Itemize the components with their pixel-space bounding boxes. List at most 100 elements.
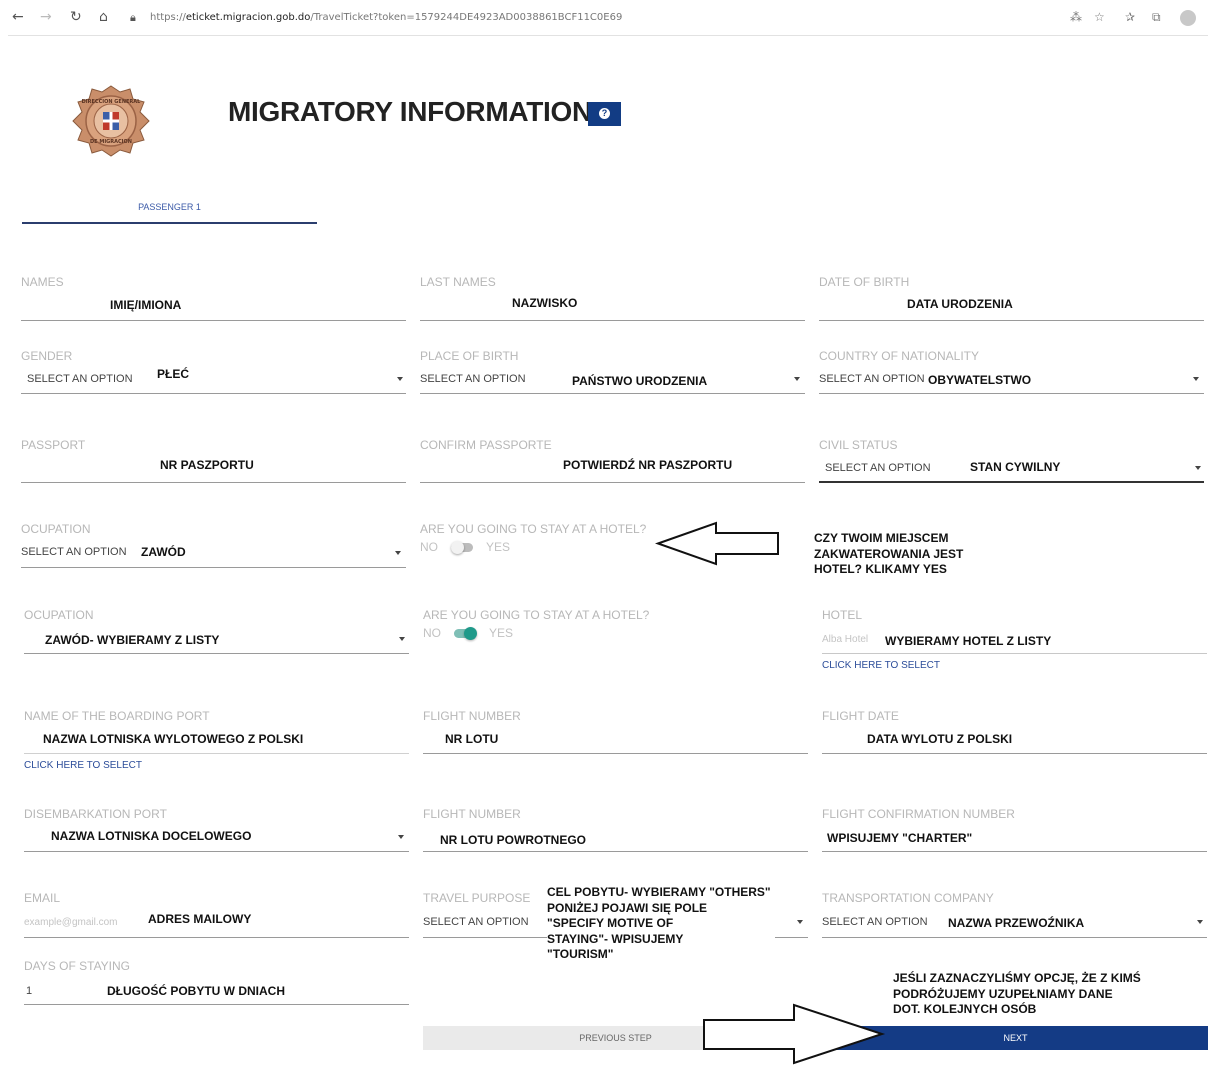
dob-label: DATE OF BIRTH (819, 275, 910, 289)
last-names-annotation: NAZWISKO (512, 296, 578, 310)
home-icon[interactable]: ⌂ (99, 9, 108, 25)
help-button[interactable]: ? (588, 102, 621, 126)
passport-input[interactable] (21, 482, 406, 483)
passport-annotation: NR PASZPORTU (160, 458, 254, 472)
transport-company-select[interactable] (822, 937, 1207, 938)
disembarkation-port-chevron-down-icon[interactable] (398, 835, 404, 839)
travel-purpose-label: TRAVEL PURPOSE (423, 891, 531, 905)
address-bar[interactable]: https://eticket.migracion.gob.do/TravelT… (150, 12, 622, 23)
back-icon[interactable]: ← (12, 9, 24, 25)
email-input[interactable] (24, 937, 409, 938)
disembarkation-port-select[interactable] (24, 851, 409, 852)
occupation-placeholder: SELECT AN OPTION (21, 546, 127, 558)
nationality-label: COUNTRY OF NATIONALITY (819, 349, 980, 363)
flight-date-input[interactable] (822, 753, 1207, 754)
nationality-select[interactable] (819, 393, 1204, 394)
civil-status-placeholder: SELECT AN OPTION (825, 462, 931, 474)
companions-note: JEŚLI ZAZNACZYLIŚMY OPCJĘ, ŻE Z KIMŚ POD… (893, 971, 1141, 1016)
confirm-passport-annotation: POTWIERDŹ NR PASZPORTU (563, 458, 733, 472)
travel-purpose-chevron-down-icon[interactable] (797, 920, 803, 924)
favorites-list-icon[interactable]: ✰ (1125, 10, 1135, 24)
last-names-label: LAST NAMES (420, 275, 496, 289)
place-of-birth-placeholder: SELECT AN OPTION (420, 373, 526, 385)
help-icon: ? (599, 108, 610, 119)
transport-company-chevron-down-icon[interactable] (1197, 920, 1203, 924)
last-names-input[interactable] (420, 320, 805, 321)
hotel-instruction-note: CZY TWOIM MIEJSCEM ZAKWATEROWANIA JEST H… (814, 531, 964, 576)
hotel-toggle-on[interactable] (454, 627, 477, 640)
email-placeholder: example@gmail.com (24, 917, 118, 928)
flight-number-annotation: NR LOTU (445, 732, 499, 746)
email-annotation: ADRES MAILOWY (148, 912, 252, 926)
gender-select[interactable] (21, 393, 406, 394)
nationality-chevron-down-icon[interactable] (1193, 377, 1199, 381)
hotel-toggle-off[interactable] (451, 541, 473, 554)
flight-confirmation-input[interactable] (822, 851, 1207, 852)
boarding-port-annotation: NAZWA LOTNISKA WYLOTOWEGO Z POLSKI (43, 732, 304, 746)
seal-text-bottom: DE MIGRACION (90, 139, 132, 145)
occupation-2-label: OCUPATION (24, 608, 94, 622)
transport-company-placeholder: SELECT AN OPTION (822, 916, 928, 928)
civil-status-chevron-down-icon[interactable] (1195, 466, 1201, 470)
place-of-birth-chevron-down-icon[interactable] (794, 377, 800, 381)
gender-label: GENDER (21, 349, 73, 363)
occupation-chevron-down-icon[interactable] (395, 551, 401, 555)
hotel-toggle-2-no-label: NO (423, 626, 441, 640)
flight-confirmation-annotation: WPISUJEMY "CHARTER" (827, 831, 973, 845)
flight-number-input[interactable] (423, 753, 808, 754)
flight-number-label: FLIGHT NUMBER (423, 709, 521, 723)
days-of-staying-value: 1 (26, 985, 33, 997)
browser-toolbar: ← → ↻ ⌂ 🔒︎ https://eticket.migracion.gob… (0, 0, 1213, 36)
days-of-staying-annotation: DŁUGOŚĆ POBYTU W DNIACH (107, 984, 285, 998)
confirm-passport-input[interactable] (420, 482, 805, 483)
email-label: EMAIL (24, 891, 61, 905)
translate-icon[interactable]: ⁂ (1070, 10, 1082, 24)
dob-annotation: DATA URODZENIA (907, 297, 1013, 311)
place-of-birth-select[interactable] (420, 393, 805, 394)
flight-number-2-annotation: NR LOTU POWROTNEGO (440, 833, 586, 847)
boarding-port-select-link[interactable]: CLICK HERE TO SELECT (24, 760, 142, 771)
travel-purpose-placeholder: SELECT AN OPTION (423, 916, 529, 928)
occupation-2-select[interactable] (24, 653, 409, 654)
disembarkation-port-annotation: NAZWA LOTNISKA DOCELOWEGO (51, 829, 252, 843)
travel-purpose-note: CEL POBYTU- WYBIERAMY "OTHERS" PONIŻEJ P… (547, 885, 775, 963)
favorite-star-icon[interactable]: ☆ (1094, 10, 1105, 24)
disembarkation-port-label: DISEMBARKATION PORT (24, 807, 167, 821)
hotel-toggle-2-yes-label: YES (489, 626, 514, 640)
boarding-port-input[interactable] (24, 753, 409, 754)
hotel-toggle-no-label: NO (420, 540, 438, 554)
boarding-port-label: NAME OF THE BOARDING PORT (24, 709, 210, 723)
civil-status-annotation: STAN CYWILNY (970, 460, 1061, 474)
nationality-annotation: OBYWATELSTWO (928, 373, 1032, 387)
names-label: NAMES (21, 275, 64, 289)
flight-date-label: FLIGHT DATE (822, 709, 899, 723)
hotel-select-link[interactable]: CLICK HERE TO SELECT (822, 660, 940, 671)
occupation-2-chevron-down-icon[interactable] (399, 637, 405, 641)
flight-number-2-input[interactable] (423, 851, 808, 852)
hotel-question-label: ARE YOU GOING TO STAY AT A HOTEL? (420, 522, 647, 536)
transport-company-annotation: NAZWA PRZEWOŹNIKA (948, 916, 1085, 930)
hotel-annotation: WYBIERAMY HOTEL Z LISTY (885, 634, 1052, 648)
gender-chevron-down-icon[interactable] (397, 377, 403, 381)
names-input[interactable] (21, 320, 406, 321)
hotel-question-2-label: ARE YOU GOING TO STAY AT A HOTEL? (423, 608, 650, 622)
profile-avatar[interactable] (1180, 10, 1196, 26)
occupation-2-annotation: ZAWÓD- WYBIERAMY Z LISTY (45, 633, 220, 647)
collections-icon[interactable]: ⧉ (1152, 10, 1161, 25)
nationality-placeholder: SELECT AN OPTION (819, 373, 925, 385)
forward-icon[interactable]: → (40, 9, 52, 25)
hotel-input[interactable] (822, 653, 1207, 654)
gender-placeholder: SELECT AN OPTION (27, 373, 133, 385)
civil-status-select[interactable] (819, 481, 1204, 483)
toolbar-divider (8, 35, 1208, 36)
days-of-staying-input[interactable] (24, 1004, 409, 1005)
passport-label: PASSPORT (21, 438, 86, 452)
dob-input[interactable] (819, 320, 1204, 321)
reload-icon[interactable]: ↻ (70, 9, 82, 25)
occupation-select[interactable] (21, 567, 406, 568)
place-of-birth-label: PLACE OF BIRTH (420, 349, 519, 363)
place-of-birth-annotation: PAŃSTWO URODZENIA (572, 374, 708, 388)
confirm-passport-label: CONFIRM PASSPORTE (420, 438, 552, 452)
tab-passenger-1[interactable]: PASSENGER 1 (22, 202, 317, 224)
migration-seal-logo: DIRECCION GENERAL DE MIGRACION (72, 85, 150, 157)
